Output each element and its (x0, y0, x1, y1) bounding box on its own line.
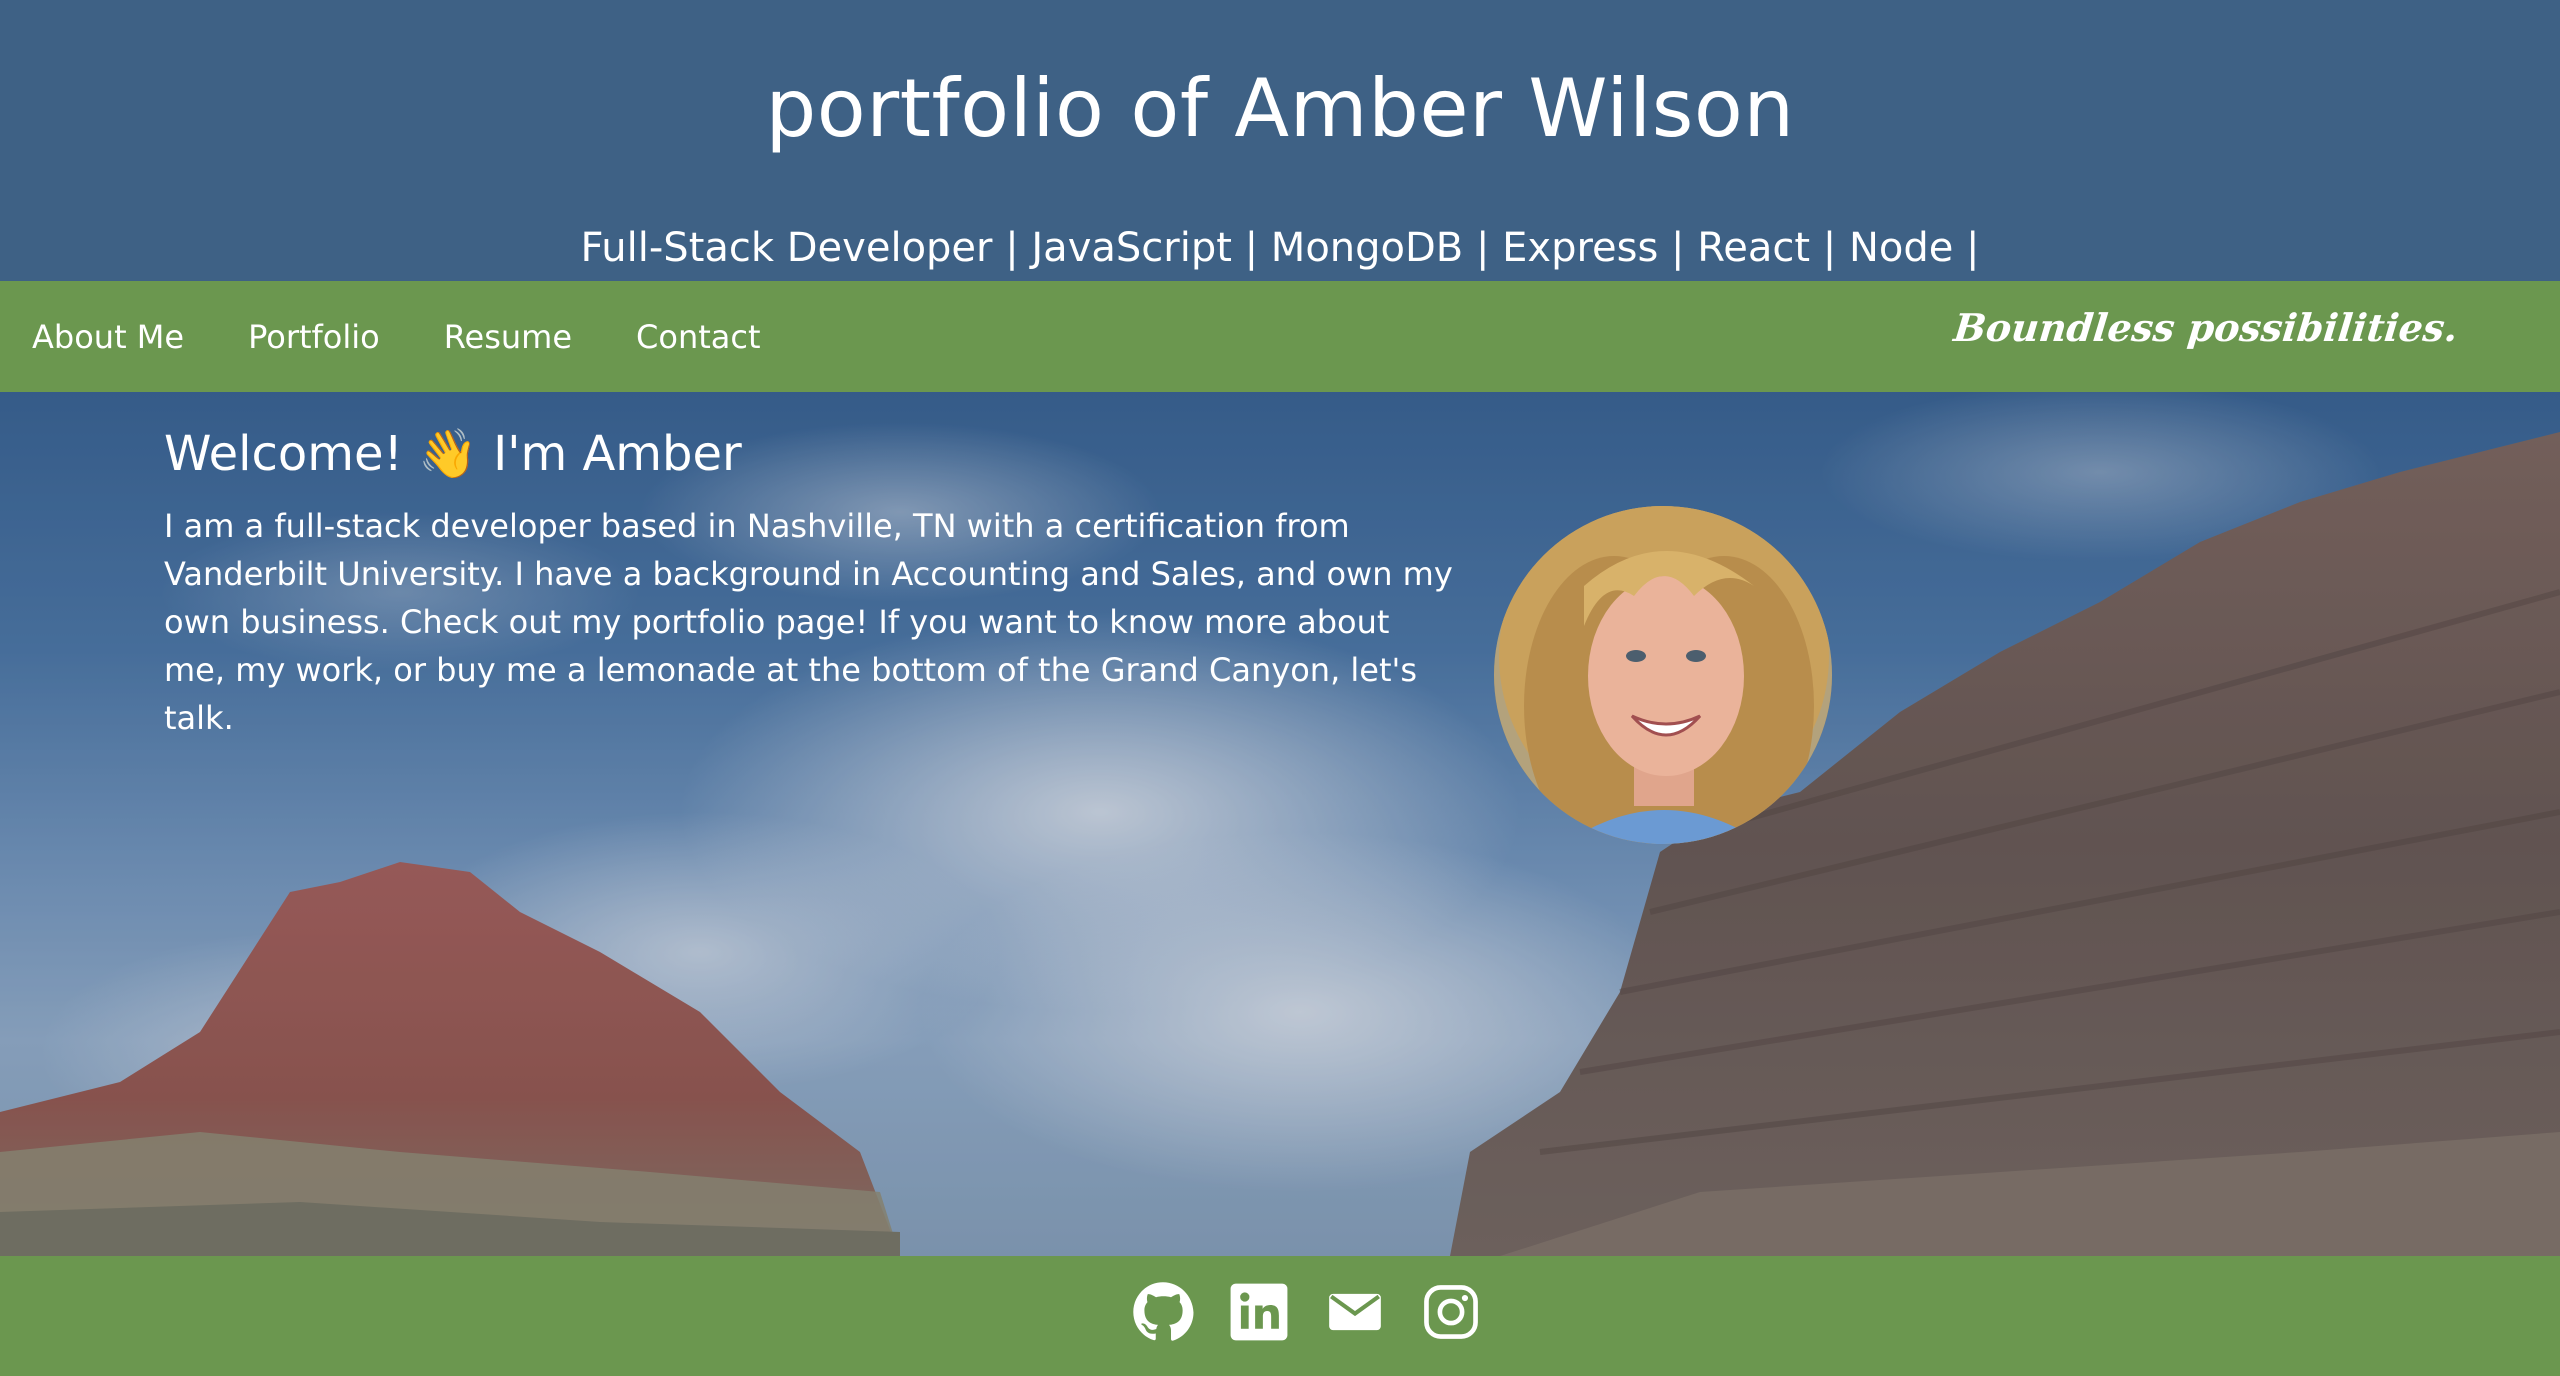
nav-item-portfolio: Portfolio (248, 317, 444, 357)
email-link[interactable] (1324, 1281, 1386, 1343)
github-icon (1133, 1282, 1194, 1341)
nav-link-contact[interactable]: Contact (636, 306, 761, 356)
welcome-heading: Welcome! 👋 I'm Amber (164, 426, 742, 482)
hero-section: Welcome! 👋 I'm Amber I am a full-stack d… (0, 392, 2560, 1256)
linkedin-link[interactable] (1228, 1281, 1290, 1343)
email-icon (1329, 1293, 1381, 1331)
social-links (1132, 1278, 1516, 1346)
site-title: portfolio of Amber Wilson (765, 62, 1795, 155)
bio-text: I am a full-stack developer based in Nas… (164, 507, 1453, 737)
instagram-icon (1424, 1285, 1478, 1339)
profile-photo-art (1494, 506, 1832, 844)
site-subtitle: Full-Stack Developer | JavaScript | Mong… (580, 225, 1980, 271)
nav-link-about-me[interactable]: About Me (32, 306, 184, 356)
nav-link-resume[interactable]: Resume (444, 306, 572, 356)
nav-list: About Me Portfolio Resume Contact (0, 281, 825, 392)
profile-photo (1494, 506, 1832, 844)
nav-link-portfolio[interactable]: Portfolio (248, 306, 380, 356)
nav-item-about: About Me (32, 317, 248, 357)
github-link[interactable] (1132, 1281, 1194, 1343)
instagram-link[interactable] (1420, 1281, 1482, 1343)
nav-item-contact: Contact (636, 317, 825, 357)
site-footer (0, 1256, 2560, 1376)
about-content: Welcome! 👋 I'm Amber I am a full-stack d… (164, 422, 1454, 742)
linkedin-icon (1230, 1283, 1288, 1341)
tagline: Boundless possibilities. (1951, 305, 2461, 350)
nav-item-resume: Resume (444, 317, 636, 357)
site-header: portfolio of Amber Wilson Full-Stack Dev… (0, 0, 2560, 281)
